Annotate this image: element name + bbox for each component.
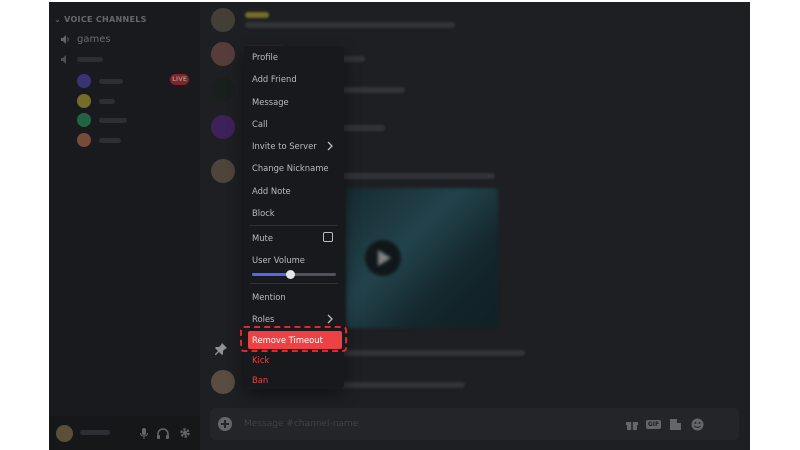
menu-divider	[250, 283, 338, 284]
speaker-icon	[61, 35, 69, 44]
blurred-username	[99, 117, 127, 123]
discord-window: ⌄ VOICE CHANNELS games LIVE Message #cha…	[49, 2, 750, 450]
avatar[interactable]	[56, 425, 73, 442]
add-attachment-icon[interactable]	[218, 417, 232, 431]
avatar	[77, 113, 91, 127]
message-composer: GIF	[210, 408, 739, 440]
voice-user[interactable]	[77, 94, 115, 108]
avatar	[211, 115, 235, 139]
menu-item-label: Mute	[252, 233, 273, 243]
voice-channels-category[interactable]: ⌄ VOICE CHANNELS	[54, 15, 147, 24]
blurred-username	[99, 137, 121, 143]
pin-icon	[215, 343, 227, 355]
menu-divider	[250, 225, 338, 226]
voice-channel-games[interactable]: games	[61, 34, 111, 45]
menu-item-mute[interactable]: Mute	[248, 228, 340, 248]
channel-sidebar: ⌄ VOICE CHANNELS games LIVE	[49, 2, 200, 450]
sticker-icon[interactable]	[669, 418, 682, 430]
chevron-right-icon	[327, 314, 333, 324]
chevron-right-icon	[327, 141, 333, 151]
avatar	[211, 8, 235, 32]
avatar	[211, 370, 235, 394]
video-embed[interactable]	[346, 188, 498, 328]
menu-item-block[interactable]: Block	[248, 203, 340, 223]
voice-channel-label: games	[77, 34, 111, 45]
menu-item-call[interactable]: Call	[248, 114, 340, 134]
menu-item-ban[interactable]: Ban	[248, 370, 340, 390]
blurred-username	[80, 430, 110, 435]
voice-user[interactable]	[77, 113, 127, 127]
avatar	[77, 133, 91, 147]
menu-item-add-friend[interactable]: Add Friend	[248, 69, 340, 89]
volume-slider-handle[interactable]	[285, 270, 295, 279]
menu-item-profile[interactable]: Profile	[248, 47, 340, 67]
speaker-icon	[61, 55, 66, 64]
gif-icon[interactable]: GIF	[645, 418, 662, 430]
blurred-username	[99, 78, 123, 84]
blurred-message	[245, 22, 455, 28]
blurred-username	[99, 98, 115, 104]
menu-item-label: Invite to Server	[252, 141, 317, 151]
avatar	[211, 42, 235, 66]
menu-item-add-note[interactable]: Add Note	[248, 181, 340, 201]
avatar	[211, 77, 235, 101]
avatar	[77, 94, 91, 108]
play-icon[interactable]	[365, 240, 401, 276]
user-panel	[49, 416, 200, 450]
menu-item-mention[interactable]: Mention	[248, 287, 340, 307]
menu-item-change-nickname[interactable]: Change Nickname	[248, 158, 340, 178]
headphones-icon[interactable]	[157, 428, 169, 439]
menu-item-kick[interactable]: Kick	[248, 350, 340, 370]
avatar	[77, 74, 91, 88]
mute-checkbox[interactable]	[323, 232, 333, 242]
menu-item-label: Roles	[252, 314, 275, 324]
message-input[interactable]	[242, 418, 616, 430]
emoji-icon[interactable]	[691, 418, 704, 430]
menu-item-message[interactable]: Message	[248, 92, 340, 112]
menu-item-invite-to-server[interactable]: Invite to Server	[248, 136, 340, 156]
menu-item-remove-timeout[interactable]: Remove Timeout	[248, 331, 342, 349]
microphone-icon[interactable]	[140, 428, 148, 439]
voice-user[interactable]	[77, 74, 123, 88]
category-label: VOICE CHANNELS	[64, 15, 147, 24]
live-badge: LIVE	[170, 74, 189, 85]
blurred-channel-name	[77, 57, 103, 62]
gear-icon[interactable]	[179, 427, 191, 439]
voice-user[interactable]	[77, 133, 121, 147]
volume-slider-fill	[252, 273, 290, 276]
avatar	[211, 159, 235, 183]
voice-channel-item[interactable]	[61, 55, 103, 64]
chat-message[interactable]	[211, 8, 455, 32]
user-volume-slider[interactable]	[252, 270, 336, 279]
menu-item-user-volume: User Volume	[252, 255, 305, 265]
blurred-username	[245, 12, 269, 18]
gift-icon[interactable]	[625, 418, 638, 430]
